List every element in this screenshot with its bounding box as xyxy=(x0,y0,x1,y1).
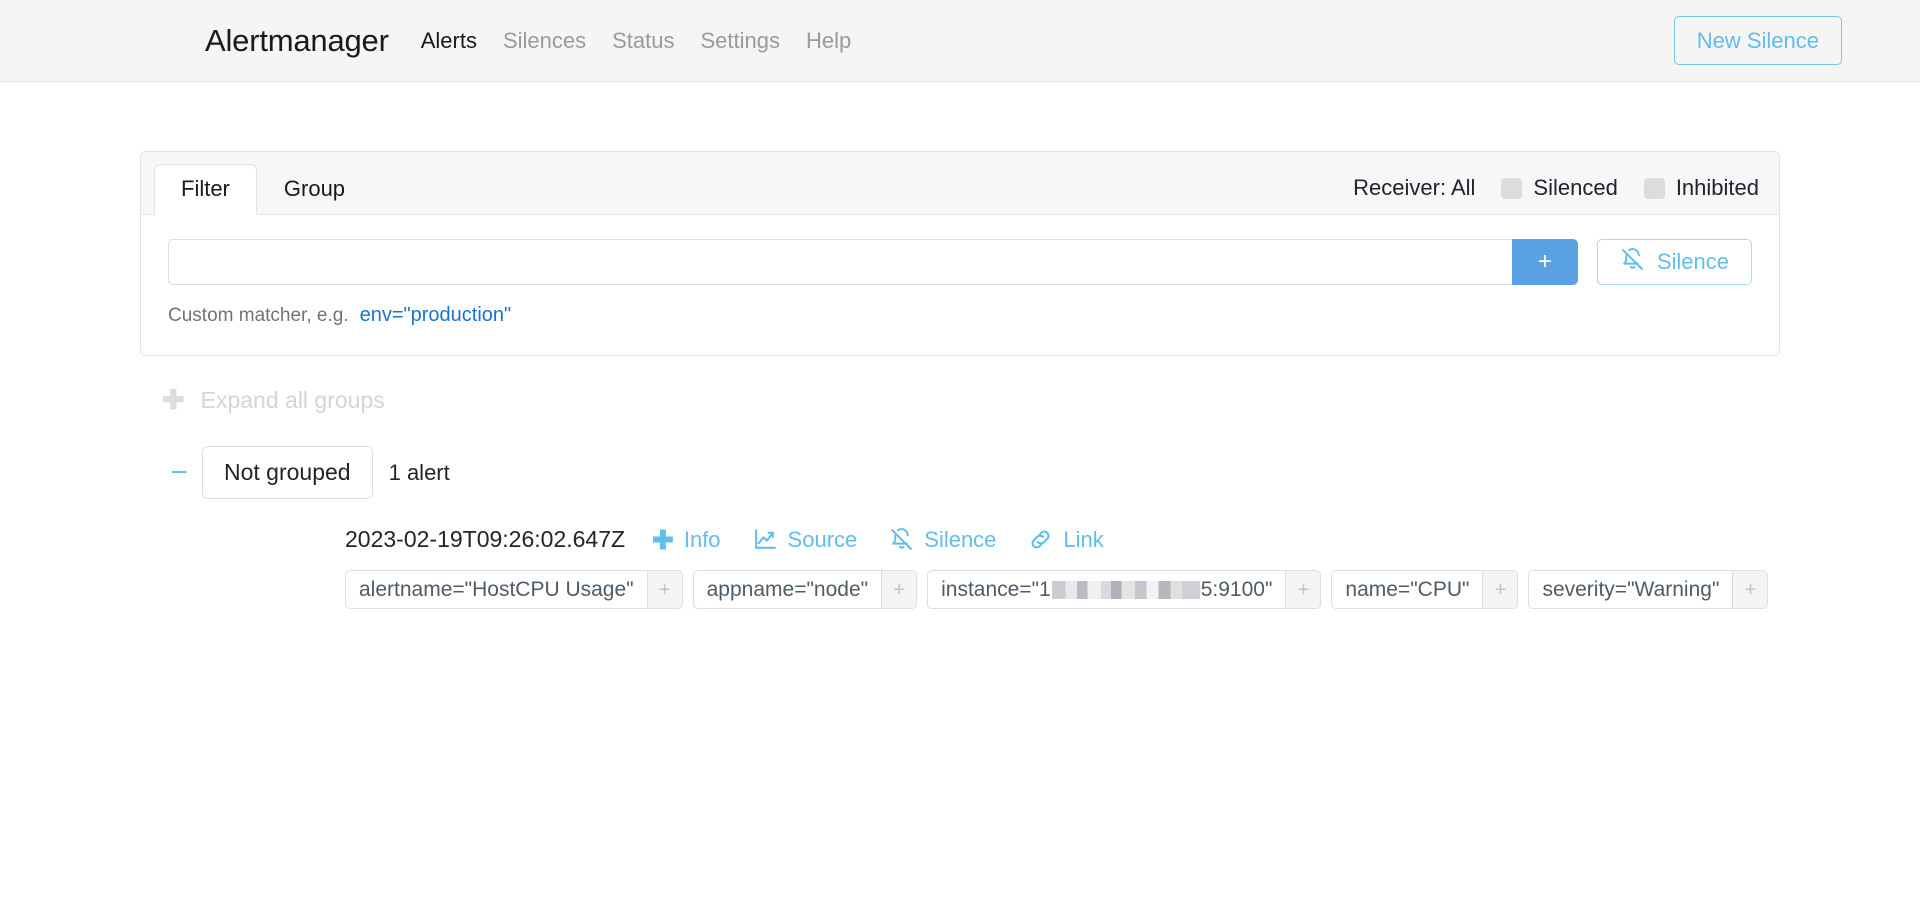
group-name[interactable]: Not grouped xyxy=(202,446,373,500)
alert-silence-button[interactable]: Silence xyxy=(889,527,996,553)
alert-timestamp: 2023-02-19T09:26:02.647Z xyxy=(345,526,626,553)
label-chip-alertname: alertname="HostCPU Usage" + xyxy=(345,570,683,610)
alert-link-label: Link xyxy=(1063,526,1104,552)
nav-link-status[interactable]: Status xyxy=(612,28,674,54)
matcher-input-group: + xyxy=(168,239,1578,286)
minus-icon[interactable]: − xyxy=(156,457,202,488)
filter-card-body: + Silence Custom matcher, e.g. env="prod… xyxy=(141,215,1779,355)
label-chip-name: name="CPU" + xyxy=(1331,570,1519,610)
label-text: name="CPU" xyxy=(1345,577,1470,601)
filter-card: Filter Group Receiver: All Silenced Inhi… xyxy=(140,151,1780,357)
matcher-helper-text: Custom matcher, e.g. xyxy=(168,305,349,327)
label-text: appname="node" xyxy=(706,577,869,601)
silence-filter-button[interactable]: Silence xyxy=(1596,239,1752,286)
bell-slash-icon xyxy=(889,527,914,552)
alert-source-label: Source xyxy=(787,526,858,552)
alert-header-line: 2023-02-19T09:26:02.647Z ✚ Info Source S… xyxy=(345,526,1780,553)
nav-link-help[interactable]: Help xyxy=(806,28,851,54)
bell-slash-icon xyxy=(1620,247,1645,278)
inhibited-checkbox[interactable] xyxy=(1643,177,1665,199)
alert-link-button[interactable]: Link xyxy=(1028,526,1104,553)
alert-labels-row: alertname="HostCPU Usage" + appname="nod… xyxy=(345,570,1780,610)
silenced-label: Silenced xyxy=(1533,175,1618,201)
add-matcher-button[interactable]: + xyxy=(1511,239,1578,286)
label-chip-appname: appname="node" + xyxy=(692,570,918,610)
alert-silence-label: Silence xyxy=(924,526,997,552)
link-icon xyxy=(1028,527,1053,552)
filter-tabs: Filter Group xyxy=(154,164,372,216)
brand-alertmanager[interactable]: Alertmanager xyxy=(205,23,389,59)
label-text: severity="Warning" xyxy=(1542,577,1720,601)
tab-filter[interactable]: Filter xyxy=(154,164,257,216)
label-text-prefix: instance="1 xyxy=(941,577,1051,601)
nav-links: Alerts Silences Status Settings Help xyxy=(421,28,852,54)
plus-icon: ✚ xyxy=(162,385,185,416)
matcher-row: + Silence xyxy=(168,239,1752,286)
alert-source-link[interactable]: Source xyxy=(753,526,858,553)
new-silence-button[interactable]: New Silence xyxy=(1673,15,1842,66)
navbar-right: New Silence xyxy=(1673,15,1842,66)
group-row: − Not grouped 1 alert xyxy=(140,446,1780,500)
matcher-input[interactable] xyxy=(168,239,1512,286)
label-add-filter-button[interactable]: + xyxy=(881,571,917,609)
main-container: Filter Group Receiver: All Silenced Inhi… xyxy=(140,82,1780,610)
tab-group[interactable]: Group xyxy=(257,164,372,215)
alert-item: 2023-02-19T09:26:02.647Z ✚ Info Source S… xyxy=(140,526,1780,610)
top-navbar: Alertmanager Alerts Silences Status Sett… xyxy=(0,0,1920,82)
nav-link-silences[interactable]: Silences xyxy=(503,28,586,54)
matcher-example-link[interactable]: env="production" xyxy=(360,304,512,327)
label-add-filter-button[interactable]: + xyxy=(1285,571,1321,609)
matcher-helper: Custom matcher, e.g. env="production" xyxy=(168,304,1752,327)
silenced-checkbox[interactable] xyxy=(1501,177,1523,199)
label-add-filter-button[interactable]: + xyxy=(1732,571,1768,609)
receiver-filter[interactable]: Receiver: All xyxy=(1353,175,1475,201)
expand-all-groups[interactable]: ✚ Expand all groups xyxy=(140,387,1780,414)
filter-header-right: Receiver: All Silenced Inhibited xyxy=(1353,175,1759,214)
label-chip-severity: severity="Warning" + xyxy=(1528,570,1769,610)
plus-icon: ✚ xyxy=(652,524,674,555)
chart-line-icon xyxy=(753,527,778,552)
nav-link-settings[interactable]: Settings xyxy=(700,28,780,54)
inhibited-checkbox-item[interactable]: Inhibited xyxy=(1643,175,1759,201)
group-alert-count: 1 alert xyxy=(388,459,450,485)
redacted-instance-ip xyxy=(1051,580,1200,599)
nav-link-alerts[interactable]: Alerts xyxy=(421,28,477,54)
filter-card-header: Filter Group Receiver: All Silenced Inhi… xyxy=(141,152,1779,216)
label-text: alertname="HostCPU Usage" xyxy=(359,577,634,601)
inhibited-label: Inhibited xyxy=(1675,175,1759,201)
alert-info-label: Info xyxy=(683,526,721,552)
silence-filter-label: Silence xyxy=(1656,249,1729,275)
expand-all-groups-label: Expand all groups xyxy=(200,387,385,414)
label-chip-instance: instance="1 5:9100" + xyxy=(927,570,1322,610)
silenced-checkbox-item[interactable]: Silenced xyxy=(1501,175,1618,201)
alert-info-button[interactable]: ✚ Info xyxy=(652,527,721,553)
label-text: instance="1 5:9100" xyxy=(928,571,1285,608)
label-text-suffix: 5:9100" xyxy=(1200,577,1273,601)
label-add-filter-button[interactable]: + xyxy=(646,571,682,609)
label-add-filter-button[interactable]: + xyxy=(1482,571,1518,609)
